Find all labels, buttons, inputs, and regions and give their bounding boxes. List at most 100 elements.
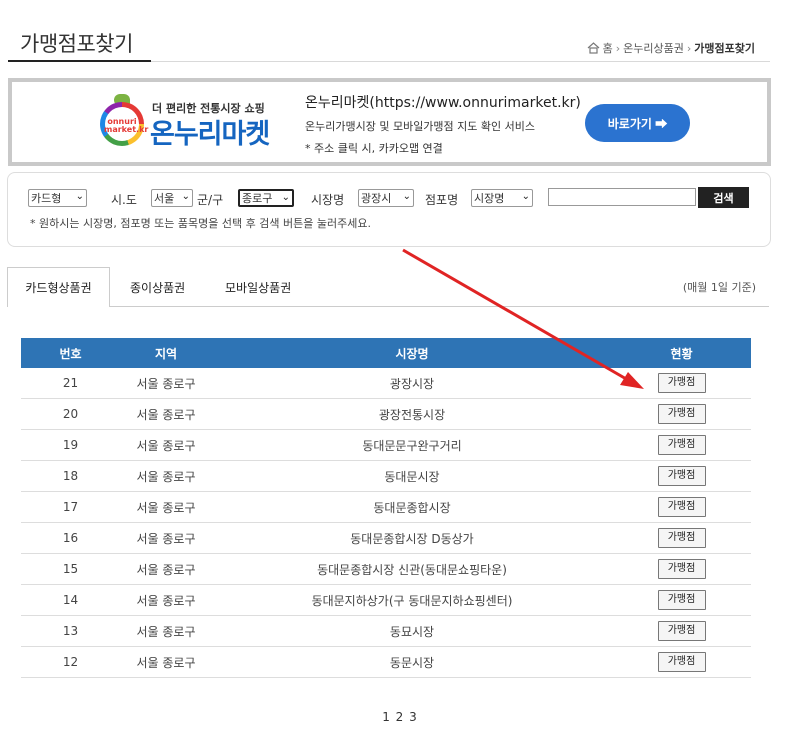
table-row: 20 서울 종로구 광장전통시장 가맹점 <box>21 398 751 430</box>
row-number: 20 <box>21 398 120 430</box>
store-label: 점포명 <box>425 193 459 207</box>
tab-divider <box>110 306 769 307</box>
chevron-right-icon: › <box>615 41 621 55</box>
header-status: 현황 <box>612 338 751 368</box>
table-row: 19 서울 종로구 동대문문구완구거리 가맹점 <box>21 429 751 461</box>
store-list-button[interactable]: 가맹점 <box>657 621 706 641</box>
banner-description: 온누리가맹시장 및 모바일가맹점 지도 확인 서비스 <box>305 120 536 133</box>
store-list-button[interactable]: 가맹점 <box>657 652 706 672</box>
store-list-button[interactable]: 가맹점 <box>657 404 706 424</box>
table-header-row: 번호 지역 시장명 현황 <box>21 338 751 368</box>
row-region: 서울 종로구 <box>120 491 212 523</box>
store-type-select[interactable]: 시장명 ⌄ <box>471 189 533 207</box>
chevron-right-icon: › <box>686 41 692 55</box>
store-list-button[interactable]: 가맹점 <box>657 373 706 393</box>
table-row: 13 서울 종로구 동묘시장 가맹점 <box>21 615 751 647</box>
table-row: 17 서울 종로구 동대문종합시장 가맹점 <box>21 491 751 523</box>
store-list-button[interactable]: 가맹점 <box>657 528 706 548</box>
tab-note: (매월 1일 기준) <box>682 281 756 294</box>
page-link[interactable]: 2 <box>396 710 404 724</box>
chevron-down-icon: ⌄ <box>521 191 530 202</box>
pagination: 1 2 3 <box>0 710 799 724</box>
table-row: 15 서울 종로구 동대문종합시장 신관(동대문쇼핑타운) 가맹점 <box>21 553 751 585</box>
gungu-label: 군/구 <box>197 193 224 207</box>
chevron-down-icon: ⌄ <box>402 191 411 202</box>
row-region: 서울 종로구 <box>120 615 212 647</box>
tab-paper-voucher[interactable]: 종이상품권 <box>130 267 185 307</box>
keyword-input[interactable] <box>548 188 696 206</box>
search-button[interactable]: 검색 <box>698 187 749 208</box>
table-row: 18 서울 종로구 동대문시장 가맹점 <box>21 460 751 492</box>
row-market: 광장시장 <box>212 368 612 399</box>
title-underline <box>8 60 151 62</box>
gungu-value: 종로구 <box>242 192 273 205</box>
row-region: 서울 종로구 <box>120 398 212 430</box>
table-row: 14 서울 종로구 동대문지하상가(구 동대문지하쇼핑센터) 가맹점 <box>21 584 751 616</box>
row-number: 13 <box>21 615 120 647</box>
row-number: 15 <box>21 553 120 585</box>
row-number: 12 <box>21 646 120 678</box>
row-region: 서울 종로구 <box>120 429 212 461</box>
row-region: 서울 종로구 <box>120 646 212 678</box>
store-type-value: 시장명 <box>474 192 505 205</box>
row-region: 서울 종로구 <box>120 522 212 554</box>
breadcrumb-current: 가맹점포찾기 <box>694 42 755 55</box>
row-market: 광장전통시장 <box>212 398 612 430</box>
row-market: 동대문지하상가(구 동대문지하쇼핑센터) <box>212 584 612 616</box>
tab-card-voucher[interactable]: 카드형상품권 <box>7 267 110 307</box>
market-select[interactable]: 광장시 ⌄ <box>358 189 414 207</box>
breadcrumb: 홈 › 온누리상품권 › 가맹점포찾기 <box>587 40 755 56</box>
sido-value: 서울 <box>154 192 175 205</box>
row-market: 동대문종합시장 신관(동대문쇼핑타운) <box>212 553 612 585</box>
card-type-value: 카드형 <box>31 192 62 205</box>
store-list-button[interactable]: 가맹점 <box>657 497 706 517</box>
chevron-down-icon: ⌄ <box>281 192 290 203</box>
chevron-down-icon: ⌄ <box>181 191 190 202</box>
row-region: 서울 종로구 <box>120 553 212 585</box>
row-market: 동묘시장 <box>212 615 612 647</box>
market-label: 시장명 <box>311 193 345 207</box>
store-list-button[interactable]: 가맹점 <box>657 435 706 455</box>
store-list-button[interactable]: 가맹점 <box>657 466 706 486</box>
header-number: 번호 <box>21 338 120 368</box>
row-region: 서울 종로구 <box>120 584 212 616</box>
table-row: 12 서울 종로구 동문시장 가맹점 <box>21 646 751 678</box>
logo-name: 온누리마켓 <box>150 119 270 150</box>
home-icon[interactable] <box>587 42 600 54</box>
sido-select[interactable]: 서울 ⌄ <box>151 189 193 207</box>
row-market: 동대문시장 <box>212 460 612 492</box>
onnuri-market-banner: onnuri market.kr 더 편리한 전통시장 쇼핑 온누리마켓 온누리… <box>8 78 771 166</box>
row-region: 서울 종로구 <box>120 460 212 492</box>
header-market: 시장명 <box>212 338 612 368</box>
row-number: 19 <box>21 429 120 461</box>
go-button[interactable]: 바로가기 ➡ <box>585 104 690 142</box>
gungu-select[interactable]: 종로구 ⌄ <box>238 189 294 207</box>
row-number: 16 <box>21 522 120 554</box>
chevron-down-icon: ⌄ <box>75 191 84 202</box>
card-type-select[interactable]: 카드형 ⌄ <box>28 189 87 207</box>
tab-mobile-voucher[interactable]: 모바일상품권 <box>225 267 291 307</box>
row-market: 동대문종합시장 D동상가 <box>212 522 612 554</box>
row-number: 14 <box>21 584 120 616</box>
page-title: 가맹점포찾기 <box>20 32 133 56</box>
row-region: 서울 종로구 <box>120 368 212 399</box>
page-link[interactable]: 1 <box>382 710 390 724</box>
row-number: 17 <box>21 491 120 523</box>
sido-label: 시.도 <box>111 193 137 207</box>
banner-url-text: 온누리마켓(https://www.onnurimarket.kr) <box>305 95 581 111</box>
banner-note: * 주소 클릭 시, 카카오맵 연결 <box>305 142 443 155</box>
header-region: 지역 <box>120 338 212 368</box>
onnuri-market-logo[interactable]: onnuri market.kr 더 편리한 전통시장 쇼핑 온누리마켓 <box>100 94 290 154</box>
logo-subtext: onnuri market.kr <box>104 117 149 134</box>
market-table: 번호 지역 시장명 현황 21 서울 종로구 광장시장 가맹점 20 서울 종로구 광장전… <box>21 338 751 678</box>
breadcrumb-level1[interactable]: 온누리상품권 <box>623 40 684 56</box>
tab-bar: 카드형상품권 종이상품권 모바일상품권 (매월 1일 기준) <box>7 267 769 307</box>
market-value: 광장시 <box>361 192 392 205</box>
row-market: 동문시장 <box>212 646 612 678</box>
row-number: 21 <box>21 368 120 399</box>
row-market: 동대문종합시장 <box>212 491 612 523</box>
breadcrumb-home[interactable]: 홈 <box>603 40 613 56</box>
store-list-button[interactable]: 가맹점 <box>657 559 706 579</box>
page-link[interactable]: 3 <box>409 710 417 724</box>
store-list-button[interactable]: 가맹점 <box>657 590 706 610</box>
